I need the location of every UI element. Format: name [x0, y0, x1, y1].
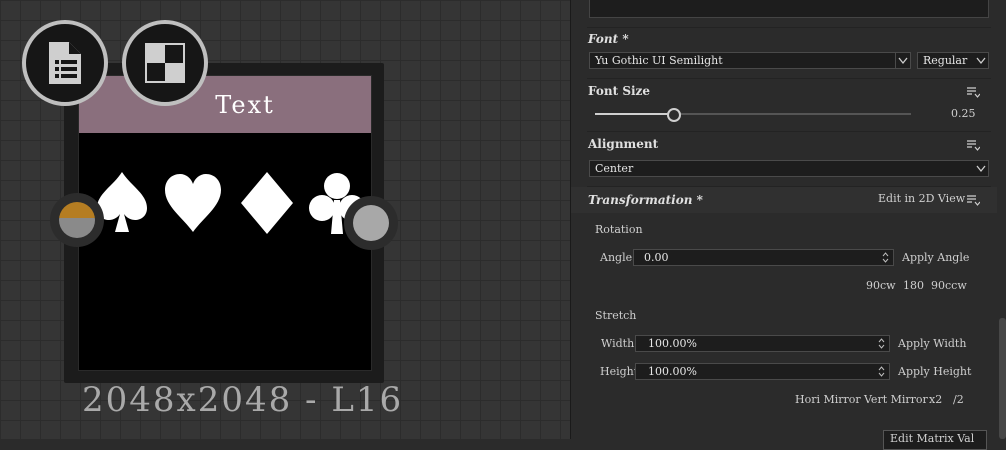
- height-value: 100.00%: [648, 365, 697, 378]
- top-text-field[interactable]: [589, 0, 989, 18]
- spinner-icon[interactable]: [878, 337, 885, 350]
- section-menu-icon[interactable]: [966, 139, 980, 151]
- width-label: Width: [601, 337, 635, 350]
- apply-angle-button[interactable]: Apply Angle: [902, 251, 969, 264]
- height-input[interactable]: 100.00%: [635, 363, 890, 380]
- divider: [587, 27, 991, 28]
- chevron-down-icon: [976, 165, 986, 173]
- graph-canvas[interactable]: Text 2048x2048 - L16: [0, 0, 570, 439]
- section-menu-icon[interactable]: [966, 86, 980, 98]
- font-size-section-title: Font Size: [588, 84, 650, 98]
- node-resolution-caption: 2048x2048 - L16: [82, 380, 404, 420]
- alignment-value: Center: [595, 162, 634, 175]
- slider-fill: [595, 113, 673, 115]
- spinner-icon[interactable]: [878, 365, 885, 378]
- node-header-text: Text: [79, 76, 371, 133]
- alignment-section-title: Alignment: [588, 137, 659, 151]
- font-style-select[interactable]: Regular: [917, 52, 989, 69]
- scale-x2-button[interactable]: x2: [929, 393, 942, 406]
- rotate-90ccw-button[interactable]: 90ccw: [931, 279, 967, 292]
- document-list-icon: [49, 42, 81, 84]
- stretch-label: Stretch: [595, 309, 637, 322]
- rotate-180-button[interactable]: 180: [903, 279, 924, 292]
- divider: [587, 78, 991, 79]
- divider: [587, 131, 991, 132]
- apply-width-button[interactable]: Apply Width: [898, 337, 966, 350]
- alignment-select[interactable]: Center: [589, 160, 989, 177]
- output-socket-dot: [353, 205, 389, 241]
- spinner-icon[interactable]: [882, 251, 889, 264]
- angle-label: Angle: [600, 251, 633, 264]
- scale-half-button[interactable]: /2: [953, 393, 964, 406]
- transformation-section-title: Transformation *: [588, 193, 703, 207]
- document-button[interactable]: [22, 20, 108, 106]
- width-value: 100.00%: [648, 337, 697, 350]
- hori-mirror-button[interactable]: Hori Mirror: [795, 393, 861, 406]
- input-socket-dot: [59, 202, 95, 238]
- checker-preview-button[interactable]: [122, 20, 208, 106]
- vert-mirror-button[interactable]: Vert Mirror: [864, 393, 928, 406]
- rotation-label: Rotation: [595, 223, 643, 236]
- height-label: Height: [600, 365, 639, 378]
- text-node[interactable]: Text: [64, 63, 384, 383]
- width-input[interactable]: 100.00%: [635, 335, 890, 352]
- output-socket[interactable]: [344, 196, 398, 250]
- section-menu-icon[interactable]: [966, 194, 980, 206]
- edit-matrix-button[interactable]: Edit Matrix Val: [883, 430, 987, 450]
- diamond-icon: [241, 172, 293, 234]
- font-size-slider[interactable]: [595, 107, 911, 122]
- rotate-90cw-button[interactable]: 90cw: [866, 279, 896, 292]
- font-size-value: 0.25: [951, 107, 976, 120]
- slider-handle[interactable]: [667, 108, 681, 122]
- font-style-value: Regular: [923, 54, 968, 67]
- heart-icon: [165, 174, 221, 232]
- scrollbar-thumb[interactable]: [999, 318, 1006, 439]
- node-preview: Text: [78, 75, 372, 371]
- chevron-down-icon: [895, 53, 908, 68]
- angle-input[interactable]: 0.00: [633, 249, 894, 266]
- properties-panel: Font * Yu Gothic UI Semilight Regular Fo…: [570, 0, 1006, 450]
- font-family-value: Yu Gothic UI Semilight: [595, 54, 723, 67]
- font-section-title: Font *: [588, 32, 629, 46]
- chevron-down-icon: [976, 57, 986, 65]
- apply-height-button[interactable]: Apply Height: [898, 365, 971, 378]
- checker-pattern-icon: [145, 43, 185, 83]
- input-socket[interactable]: [50, 193, 104, 247]
- edit-in-2d-view-link[interactable]: Edit in 2D View: [878, 192, 965, 205]
- font-family-select[interactable]: Yu Gothic UI Semilight: [589, 52, 911, 69]
- angle-value: 0.00: [644, 251, 669, 264]
- panel-scrollbar[interactable]: [997, 0, 1006, 439]
